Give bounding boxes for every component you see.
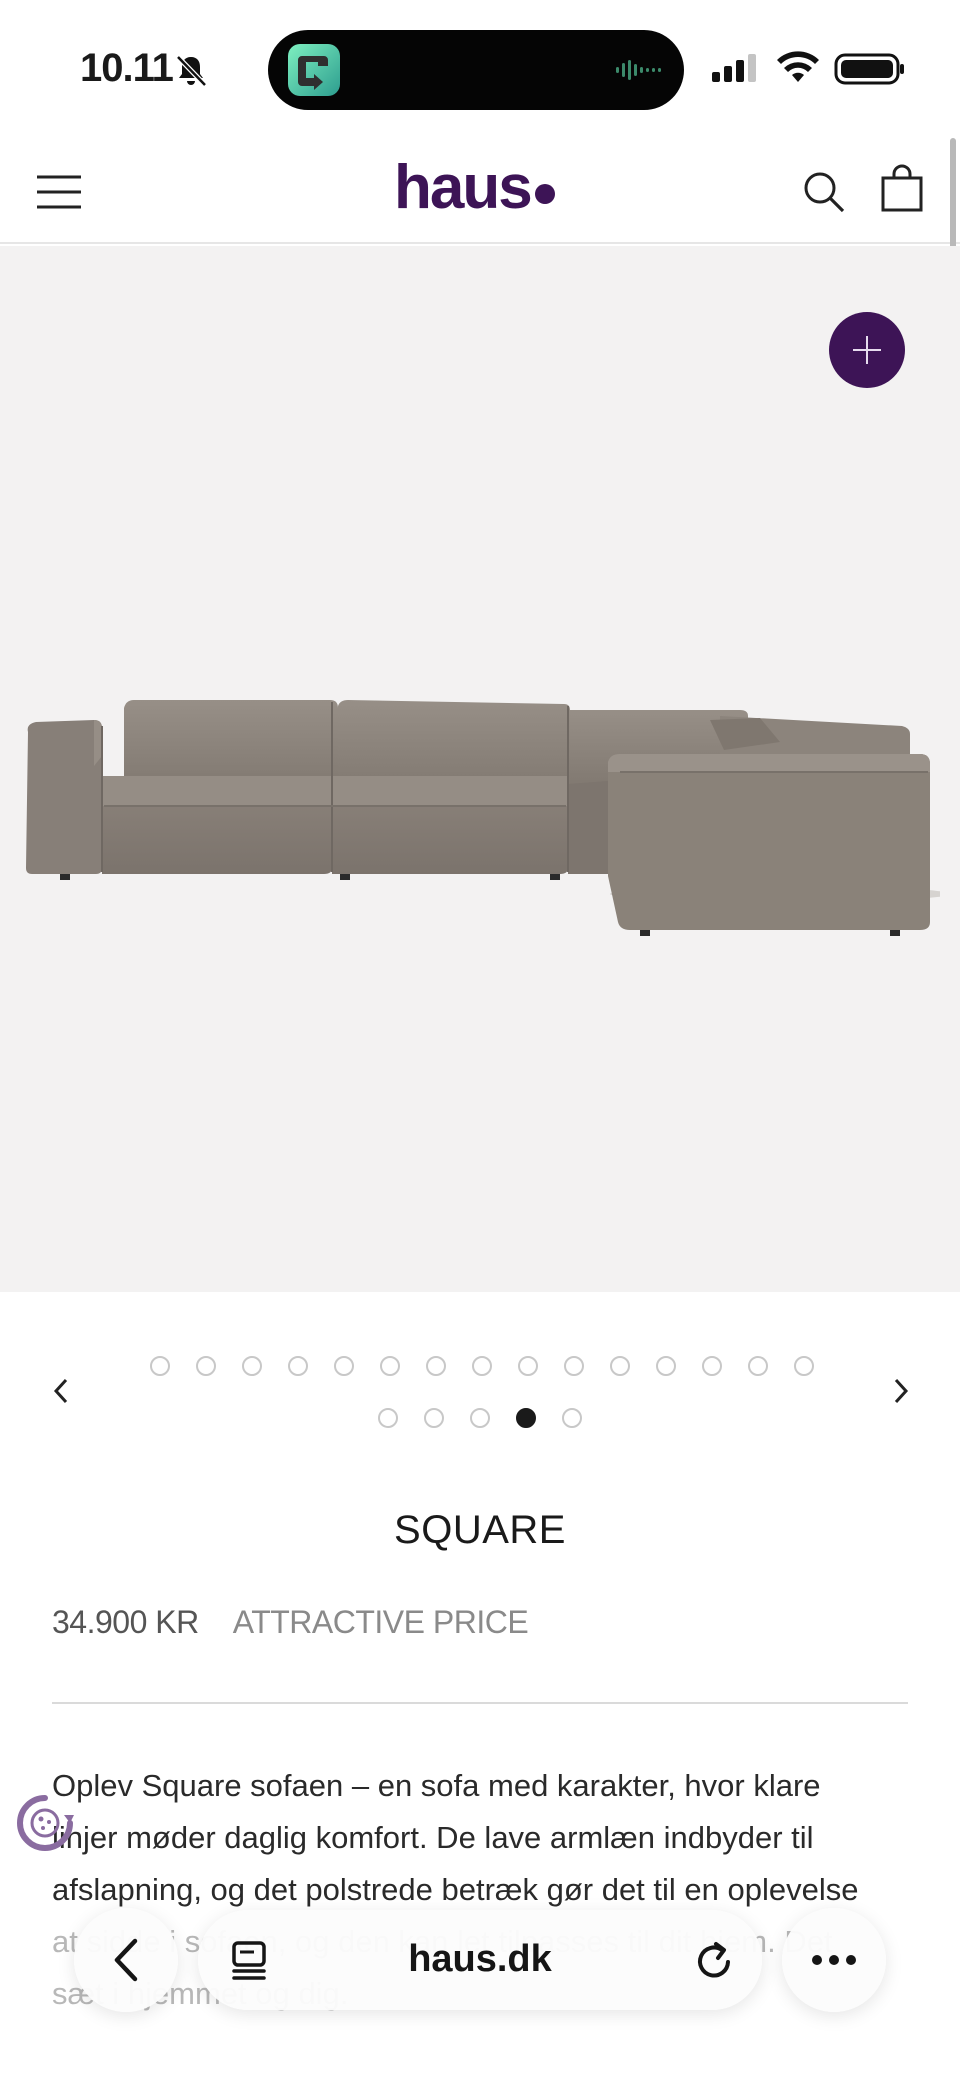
- carousel-dot[interactable]: [748, 1356, 768, 1376]
- product-image[interactable]: [0, 246, 960, 1292]
- app-activity-icon: [288, 44, 340, 96]
- menu-icon[interactable]: [36, 174, 82, 210]
- sofa-image: [26, 700, 940, 936]
- carousel-dot[interactable]: [150, 1356, 170, 1376]
- address-bar[interactable]: haus.dk: [198, 1910, 762, 2010]
- carousel-dot[interactable]: [516, 1408, 536, 1428]
- wifi-icon: [777, 51, 819, 82]
- carousel-dot[interactable]: [334, 1356, 354, 1376]
- back-button[interactable]: [74, 1908, 178, 2012]
- carousel-dot[interactable]: [288, 1356, 308, 1376]
- battery-icon: [834, 53, 904, 85]
- carousel-dot[interactable]: [794, 1356, 814, 1376]
- url-text: haus.dk: [408, 1938, 552, 1980]
- chevron-right-icon[interactable]: [888, 1376, 914, 1406]
- carousel-dot[interactable]: [564, 1356, 584, 1376]
- carousel-dot[interactable]: [472, 1356, 492, 1376]
- carousel-dot[interactable]: [702, 1356, 722, 1376]
- back-icon: [114, 1938, 138, 1982]
- product-title: SQUARE: [394, 1508, 566, 1552]
- carousel-dot[interactable]: [610, 1356, 630, 1376]
- search-icon[interactable]: [802, 170, 846, 214]
- description-line: linjer møder daglig komfort. De lave arm…: [52, 1820, 814, 1855]
- chevron-left-icon[interactable]: [48, 1376, 74, 1406]
- logo-dot: [534, 184, 555, 204]
- more-button[interactable]: [782, 1908, 886, 2012]
- add-button[interactable]: [829, 312, 905, 388]
- cookie-consent-icon[interactable]: [14, 1792, 76, 1854]
- reload-icon[interactable]: [694, 1938, 736, 1982]
- description-line: Oplev Square sofaen – en sofa med karakt…: [52, 1768, 821, 1803]
- signal-icon: [712, 54, 756, 82]
- carousel-dot[interactable]: [196, 1356, 216, 1376]
- more-icon: [812, 1955, 856, 1965]
- carousel-dot[interactable]: [562, 1408, 582, 1428]
- dynamic-island: [268, 30, 684, 110]
- audio-wave-icon: [616, 60, 661, 80]
- carousel-dot[interactable]: [380, 1356, 400, 1376]
- carousel-dot[interactable]: [656, 1356, 676, 1376]
- browser-toolbar: haus.dk: [0, 1906, 960, 2016]
- product-price: 34.900 KR: [52, 1604, 199, 1640]
- site-logo[interactable]: haus: [394, 152, 555, 222]
- carousel-dot[interactable]: [426, 1356, 446, 1376]
- carousel-dot[interactable]: [518, 1356, 538, 1376]
- carousel-dot[interactable]: [470, 1408, 490, 1428]
- price-row: 34.900 KR ATTRACTIVE PRICE: [52, 1604, 529, 1641]
- plus-icon: [853, 336, 881, 364]
- status-bar: 10.11: [0, 0, 960, 130]
- bell-muted-icon: [176, 55, 207, 87]
- carousel-dot[interactable]: [242, 1356, 262, 1376]
- image-carousel-nav: [0, 1340, 960, 1440]
- bag-icon[interactable]: [880, 164, 924, 212]
- price-label: ATTRACTIVE PRICE: [232, 1604, 529, 1640]
- site-header: haus: [0, 130, 960, 244]
- carousel-dot[interactable]: [378, 1408, 398, 1428]
- status-time: 10.11: [80, 46, 174, 90]
- divider: [52, 1702, 908, 1704]
- logo-text: haus: [394, 152, 533, 222]
- carousel-dot[interactable]: [424, 1408, 444, 1428]
